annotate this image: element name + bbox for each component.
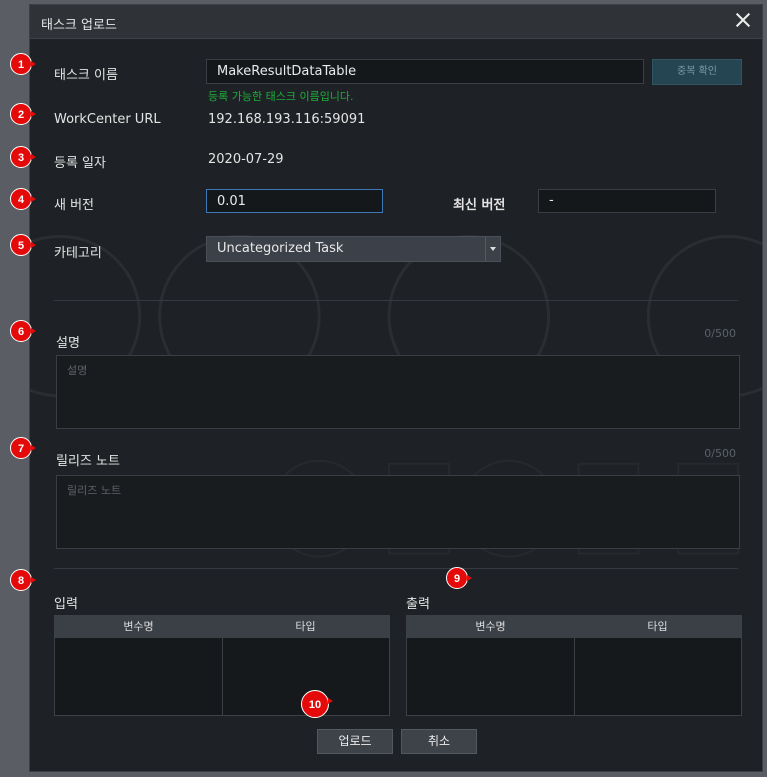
description-counter: 0/500 <box>704 327 736 340</box>
annotation-marker-2: 2 <box>10 103 36 125</box>
duplicate-check-button[interactable]: 중복 확인 <box>652 59 742 85</box>
new-version-input[interactable] <box>206 189 383 213</box>
upload-button[interactable]: 업로드 <box>317 729 393 754</box>
annotation-marker-8: 8 <box>10 569 36 591</box>
annotation-marker-4: 4 <box>10 188 36 210</box>
description-label: 설명 <box>56 336 80 351</box>
workcenter-url-value: 192.168.193.116:59091 <box>208 112 366 127</box>
table-header: 변수명 타입 <box>55 616 389 638</box>
divider <box>54 568 738 569</box>
chevron-down-icon[interactable] <box>485 237 500 261</box>
name-available-message: 등록 가능한 태스크 이름입니다. <box>208 90 354 103</box>
close-icon[interactable] <box>734 11 752 29</box>
new-version-label: 새 버전 <box>54 198 95 213</box>
annotation-marker-9: 9 <box>446 567 472 589</box>
workcenter-url-label: WorkCenter URL <box>54 112 161 127</box>
column-divider <box>222 638 223 715</box>
table-header: 변수명 타입 <box>407 616 741 638</box>
annotation-marker-5: 5 <box>10 234 36 256</box>
table-body <box>407 638 741 715</box>
column-header-variable[interactable]: 변수명 <box>55 616 222 638</box>
register-date-value: 2020-07-29 <box>208 152 284 167</box>
release-notes-label: 릴리즈 노트 <box>56 454 120 469</box>
column-divider <box>574 638 575 715</box>
annotation-marker-3: 3 <box>10 146 36 168</box>
divider <box>54 300 738 301</box>
dialog-titlebar: 태스크 업로드 <box>30 5 762 39</box>
release-notes-counter: 0/500 <box>704 447 736 460</box>
annotation-marker-6: 6 <box>10 320 36 342</box>
column-header-type[interactable]: 타입 <box>222 616 389 638</box>
annotation-marker-10: 10 <box>301 690 333 718</box>
description-textarea[interactable]: 설명 <box>56 355 740 429</box>
column-header-variable[interactable]: 변수명 <box>407 616 574 638</box>
register-date-label: 등록 일자 <box>54 156 106 171</box>
category-select[interactable]: Uncategorized Task <box>206 236 501 262</box>
task-name-label: 태스크 이름 <box>54 68 118 83</box>
input-table-label: 입력 <box>54 597 78 612</box>
annotation-marker-7: 7 <box>10 437 36 459</box>
cancel-button[interactable]: 취소 <box>401 729 477 754</box>
latest-version-label: 최신 버전 <box>453 198 506 213</box>
task-upload-dialog: 태스크 업로드 태스크 이름 중복 확인 등록 가능한 태스크 이름입니다. W… <box>29 4 763 772</box>
latest-version-field: - <box>538 189 716 213</box>
input-variable-table: 변수명 타입 <box>54 615 390 716</box>
output-table-label: 출력 <box>406 597 430 612</box>
column-header-type[interactable]: 타입 <box>574 616 741 638</box>
annotation-marker-1: 1 <box>10 53 36 75</box>
category-selected-value: Uncategorized Task <box>217 241 344 256</box>
category-label: 카테고리 <box>54 246 102 261</box>
dialog-title: 태스크 업로드 <box>41 18 117 33</box>
table-body <box>55 638 389 715</box>
task-name-input[interactable] <box>206 59 644 84</box>
output-variable-table: 변수명 타입 <box>406 615 742 716</box>
release-notes-textarea[interactable]: 릴리즈 노트 <box>56 475 740 549</box>
